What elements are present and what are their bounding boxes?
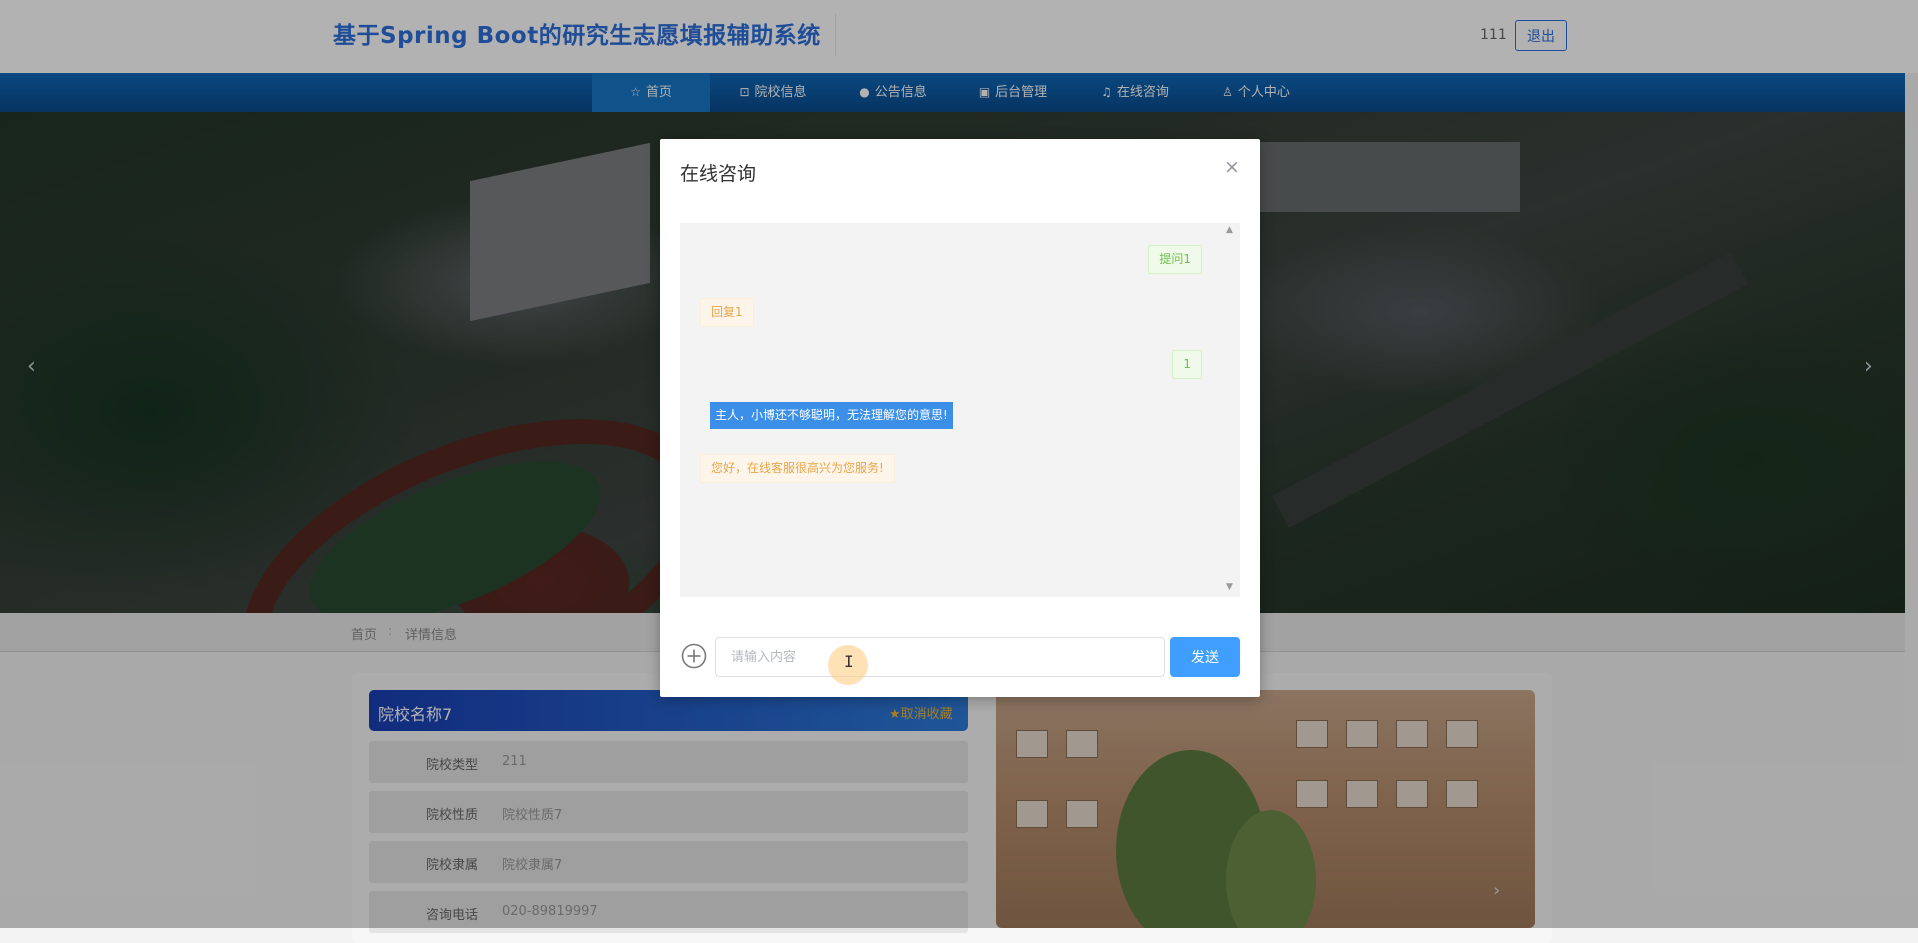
scroll-up-arrow[interactable]: ▲ bbox=[1226, 225, 1233, 235]
text-cursor-icon: I bbox=[844, 652, 854, 671]
message-input[interactable] bbox=[715, 637, 1165, 677]
send-button[interactable]: 发送 bbox=[1170, 637, 1240, 677]
chat-message-user: 1 bbox=[1172, 350, 1202, 379]
dialog-title: 在线咨询 bbox=[680, 163, 757, 185]
chat-message-bot-selected: 主人，小博还不够聪明，无法理解您的意思! bbox=[710, 402, 953, 429]
chat-message-bot: 回复1 bbox=[700, 298, 754, 327]
chat-message-user: 提问1 bbox=[1148, 245, 1202, 274]
scroll-down-arrow[interactable]: ▼ bbox=[1226, 582, 1233, 592]
chat-message-bot: 您好，在线客服很高兴为您服务! bbox=[700, 454, 895, 483]
add-circle-icon[interactable] bbox=[681, 643, 707, 669]
close-icon[interactable]: × bbox=[1224, 156, 1240, 178]
